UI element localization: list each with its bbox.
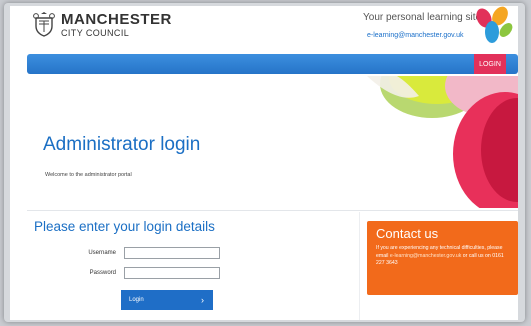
section-divider — [27, 210, 518, 211]
main-navbar: LOGIN — [27, 54, 518, 74]
login-form-title: Please enter your login details — [34, 219, 215, 234]
contact-title: Contact us — [376, 226, 439, 241]
contact-box: Contact us If you are experiencing any t… — [367, 221, 518, 295]
password-row: Password — [64, 267, 220, 279]
login-button[interactable]: Login › — [121, 290, 213, 310]
logo-text: MANCHESTER CITY COUNCIL — [61, 12, 172, 38]
page-title: Administrator login — [43, 134, 201, 155]
page-subtitle: Welcome to the administrator portal — [45, 172, 132, 178]
council-logo[interactable]: MANCHESTER CITY COUNCIL — [32, 12, 172, 38]
site-tagline: Your personal learning site — [363, 12, 482, 23]
hero-decoration — [367, 76, 518, 208]
council-crest-icon — [33, 12, 55, 37]
chevron-right-icon: › — [201, 295, 204, 305]
password-input[interactable] — [124, 267, 220, 279]
page: MANCHESTER CITY COUNCIL Your personal le… — [10, 6, 518, 320]
login-button-label: Login — [129, 297, 144, 303]
username-row: Username — [64, 247, 220, 259]
username-label: Username — [88, 250, 116, 256]
header-email-link[interactable]: e-learning@manchester.gov.uk — [367, 32, 463, 39]
logo-line-1: MANCHESTER — [61, 11, 172, 28]
username-input[interactable] — [124, 247, 220, 259]
logo-line-2: CITY COUNCIL — [61, 28, 130, 38]
brand-petals-icon — [476, 6, 513, 43]
password-label: Password — [89, 270, 116, 276]
login-nav-button[interactable]: LOGIN — [474, 54, 506, 74]
contact-text: If you are experiencing any technical di… — [376, 245, 512, 268]
hero-banner: Administrator login Welcome to the admin… — [27, 76, 518, 208]
column-separator — [359, 212, 360, 320]
contact-email-link[interactable]: e-learning@manchester.gov.uk — [390, 253, 462, 259]
